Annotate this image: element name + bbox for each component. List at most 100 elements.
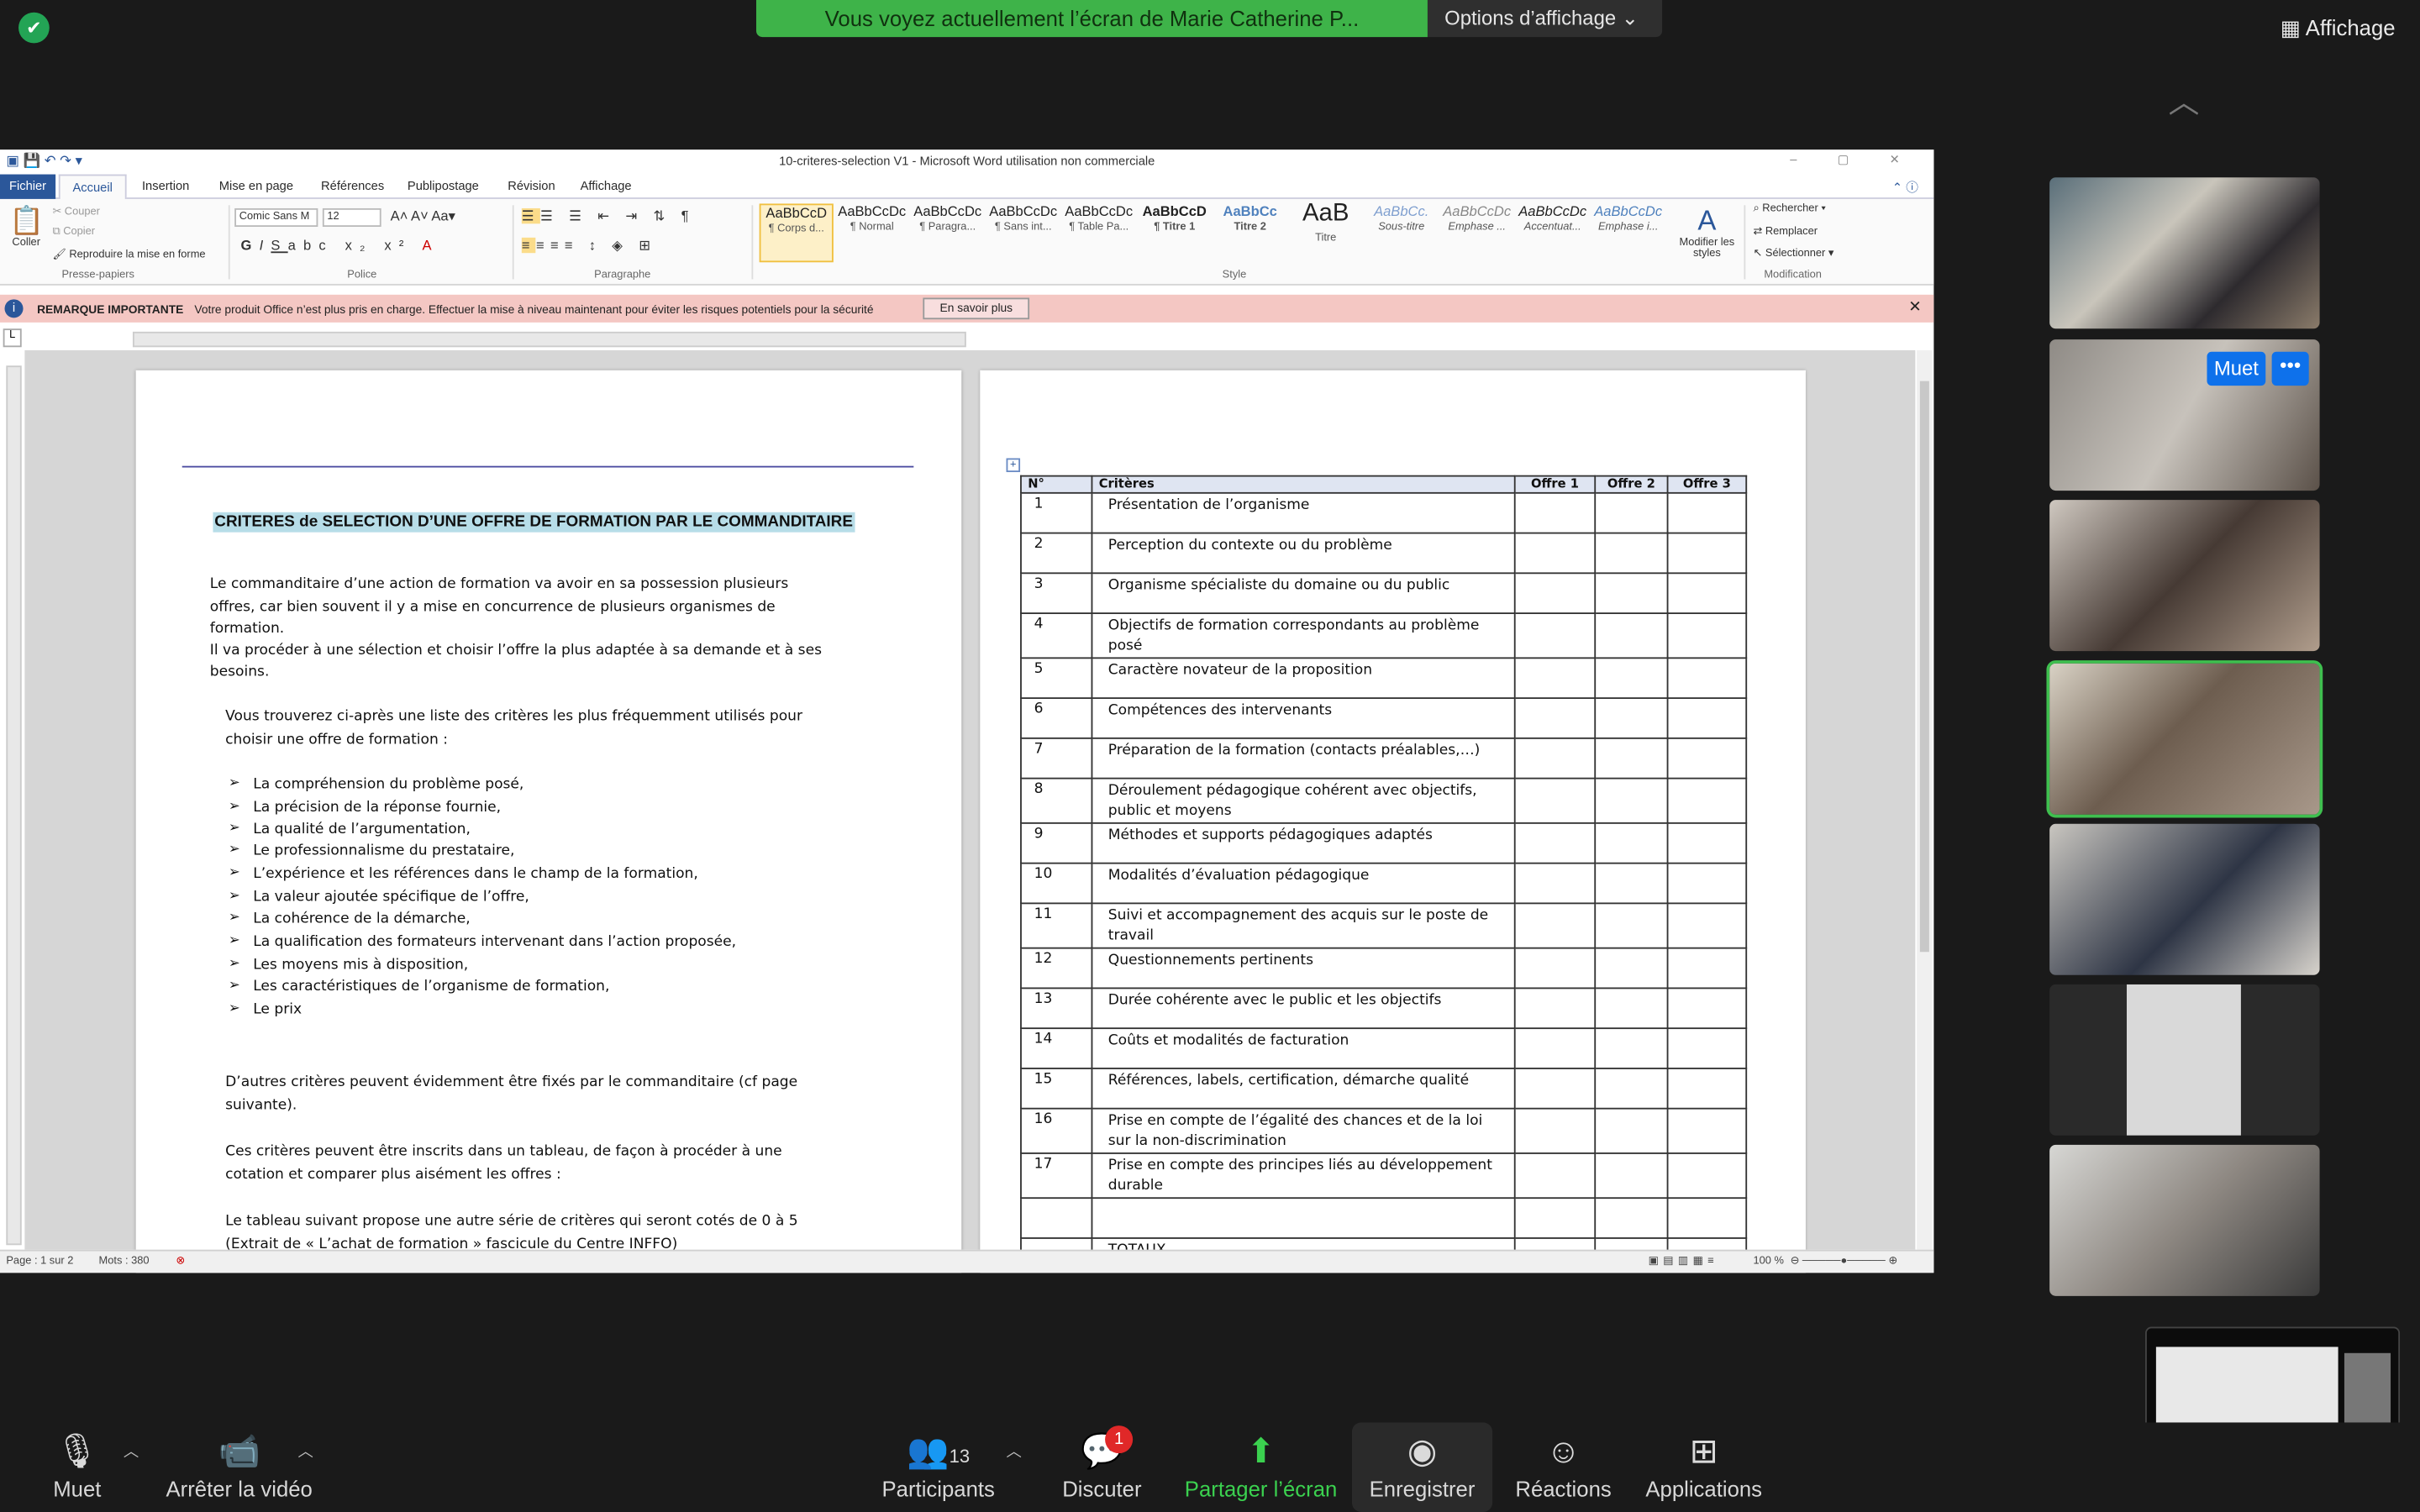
document-page-1[interactable]: CRITERES de SELECTION D’UNE OFFRE DE FOR… — [135, 370, 962, 1273]
row-offer-1-score[interactable] — [1513, 862, 1597, 905]
replace-button[interactable]: ⇄ Remplacer — [1753, 225, 1818, 238]
format-painter-button[interactable]: 🖌 Reproduire la mise en forme — [52, 249, 205, 261]
row-offer-2-score[interactable] — [1594, 532, 1669, 575]
row-criteria[interactable]: Présentation de l’organisme — [1091, 491, 1516, 534]
tab-selector[interactable]: L — [3, 328, 22, 348]
row-offer-3-score[interactable] — [1666, 902, 1748, 949]
row-offer-2-score[interactable] — [1594, 612, 1669, 659]
row-criteria[interactable]: Suivi et accompagnement des acquis sur l… — [1091, 902, 1516, 949]
participants-caret-icon[interactable]: ︿ — [1007, 1438, 1022, 1461]
row-number[interactable] — [1020, 1197, 1093, 1239]
zoom-slider[interactable]: ⊖ ─────●───── ⊕ — [1791, 1254, 1898, 1267]
font-grow-shrink-icons[interactable]: A˄ A˅ Aa▾ — [391, 208, 455, 225]
row-offer-2-score[interactable] — [1594, 862, 1669, 905]
tab-accueil[interactable]: Accueil — [58, 174, 127, 201]
apps-button[interactable]: ⊞ Applications — [1639, 1422, 1769, 1512]
row-offer-2-score[interactable] — [1594, 947, 1669, 990]
row-criteria[interactable]: Organisme spécialiste du domaine ou du p… — [1091, 572, 1516, 615]
more-options-icon[interactable]: ••• — [2271, 351, 2309, 386]
spellcheck-icon[interactable]: ⊗ — [176, 1254, 185, 1267]
row-offer-3-score[interactable] — [1666, 737, 1748, 780]
row-offer-3-score[interactable] — [1666, 947, 1748, 990]
table-move-handle-icon[interactable]: + — [1006, 458, 1021, 473]
font-format-buttons[interactable]: GISabc x₂ x² A — [241, 238, 439, 253]
row-offer-1-score[interactable] — [1513, 737, 1597, 780]
row-offer-1-score[interactable] — [1513, 1027, 1597, 1069]
tab-fichier[interactable]: Fichier — [0, 174, 56, 199]
document-page-2[interactable]: + N° Critères Offre 1 Offre 2 Offre 3 1P… — [980, 370, 1806, 1273]
select-button[interactable]: ↖ Sélectionner ▾ — [1753, 247, 1833, 260]
row-number[interactable]: 13 — [1020, 987, 1093, 1030]
row-offer-2-score[interactable] — [1594, 987, 1669, 1030]
row-offer-2-score[interactable] — [1594, 572, 1669, 615]
row-criteria[interactable]: Références, labels, certification, démar… — [1091, 1067, 1516, 1110]
mute-button[interactable]: 🎙 Muet — [34, 1422, 120, 1512]
stop-video-button[interactable]: 📹 Arrêter la vidéo — [160, 1422, 318, 1512]
style-paragraphe[interactable]: AaBbCcDc ¶ Paragra... — [911, 203, 985, 262]
row-criteria[interactable]: Prise en compte des principes liés au dé… — [1091, 1152, 1516, 1200]
row-offer-1-score[interactable] — [1513, 657, 1597, 700]
row-offer-2-score[interactable] — [1594, 697, 1669, 739]
row-offer-3-score[interactable] — [1666, 1197, 1748, 1239]
row-offer-1-score[interactable] — [1513, 612, 1597, 659]
audio-options-caret-icon[interactable]: ︿ — [124, 1438, 139, 1461]
row-offer-1-score[interactable] — [1513, 491, 1597, 534]
row-offer-3-score[interactable] — [1666, 657, 1748, 700]
row-offer-2-score[interactable] — [1594, 491, 1669, 534]
row-number[interactable]: 14 — [1020, 1027, 1093, 1069]
row-offer-1-score[interactable] — [1513, 987, 1597, 1030]
row-criteria[interactable]: Perception du contexte ou du problème — [1091, 532, 1516, 575]
row-number[interactable]: 1 — [1020, 491, 1093, 534]
row-number[interactable]: 4 — [1020, 612, 1093, 659]
window-controls[interactable]: – ▢ ✕ — [1790, 153, 1918, 167]
chat-button[interactable]: 💬 Discuter — [1053, 1422, 1152, 1512]
row-offer-3-score[interactable] — [1666, 1067, 1748, 1110]
row-offer-3-score[interactable] — [1666, 491, 1748, 534]
learn-more-button[interactable]: En savoir plus — [923, 297, 1030, 320]
row-number[interactable]: 8 — [1020, 777, 1093, 824]
row-offer-3-score[interactable] — [1666, 777, 1748, 824]
row-offer-2-score[interactable] — [1594, 1027, 1669, 1069]
row-number[interactable]: 6 — [1020, 697, 1093, 739]
reactions-button[interactable]: ☺ Réactions — [1509, 1422, 1618, 1512]
row-offer-1-score[interactable] — [1513, 947, 1597, 990]
font-name-select[interactable]: Comic Sans M — [234, 207, 318, 227]
style-sans-interligne[interactable]: AaBbCcDc ¶ Sans int... — [986, 203, 1060, 262]
tab-publipostage[interactable]: Publipostage — [408, 179, 479, 193]
row-criteria[interactable]: Prise en compte de l’égalité des chances… — [1091, 1107, 1516, 1154]
view-mode-icons[interactable]: ▣▤▥▦≡ — [1649, 1254, 1719, 1267]
row-criteria[interactable]: Questionnements pertinents — [1091, 947, 1516, 990]
row-offer-2-score[interactable] — [1594, 657, 1669, 700]
share-screen-button[interactable]: ⬆ Partager l’écran — [1176, 1422, 1346, 1512]
word-count[interactable]: Mots : 380 — [99, 1256, 150, 1267]
row-offer-3-score[interactable] — [1666, 532, 1748, 575]
row-number[interactable]: 11 — [1020, 902, 1093, 949]
row-offer-1-score[interactable] — [1513, 1197, 1597, 1239]
row-offer-1-score[interactable] — [1513, 902, 1597, 949]
tab-affichage[interactable]: Affichage — [581, 179, 632, 193]
row-offer-3-score[interactable] — [1666, 1107, 1748, 1154]
row-number[interactable]: 15 — [1020, 1067, 1093, 1110]
view-options-dropdown[interactable]: Options d’affichage ⌄ — [1427, 0, 1663, 38]
tab-references[interactable]: Références — [321, 179, 384, 193]
participant-video[interactable] — [2049, 823, 2320, 975]
participant-video[interactable] — [2049, 1144, 2320, 1296]
style-corps[interactable]: AaBbCcD ¶ Corps d... — [759, 203, 834, 263]
row-offer-2-score[interactable] — [1594, 1152, 1669, 1200]
row-offer-2-score[interactable] — [1594, 822, 1669, 864]
row-criteria[interactable]: Méthodes et supports pédagogiques adapté… — [1091, 822, 1516, 864]
style-normal[interactable]: AaBbCcDc ¶ Normal — [835, 203, 909, 262]
alignment-buttons[interactable]: ≡≡≡≡ ↕ ◈ ⊞ — [521, 237, 657, 255]
row-offer-3-score[interactable] — [1666, 987, 1748, 1030]
close-icon[interactable]: ✕ — [1908, 299, 1921, 316]
style-table[interactable]: AaBbCcDc ¶ Table Pa... — [1062, 203, 1136, 262]
row-number[interactable]: 2 — [1020, 532, 1093, 575]
style-emphase[interactable]: AaBbCcDc Emphase ... — [1440, 203, 1514, 262]
row-number[interactable]: 3 — [1020, 572, 1093, 615]
row-offer-2-score[interactable] — [1594, 902, 1669, 949]
row-offer-1-score[interactable] — [1513, 572, 1597, 615]
vertical-scrollbar[interactable] — [1917, 349, 1933, 1250]
find-button[interactable]: ⌕ Rechercher ▾ — [1753, 203, 1825, 216]
row-criteria[interactable]: Coûts et modalités de facturation — [1091, 1027, 1516, 1069]
row-offer-2-score[interactable] — [1594, 1197, 1669, 1239]
